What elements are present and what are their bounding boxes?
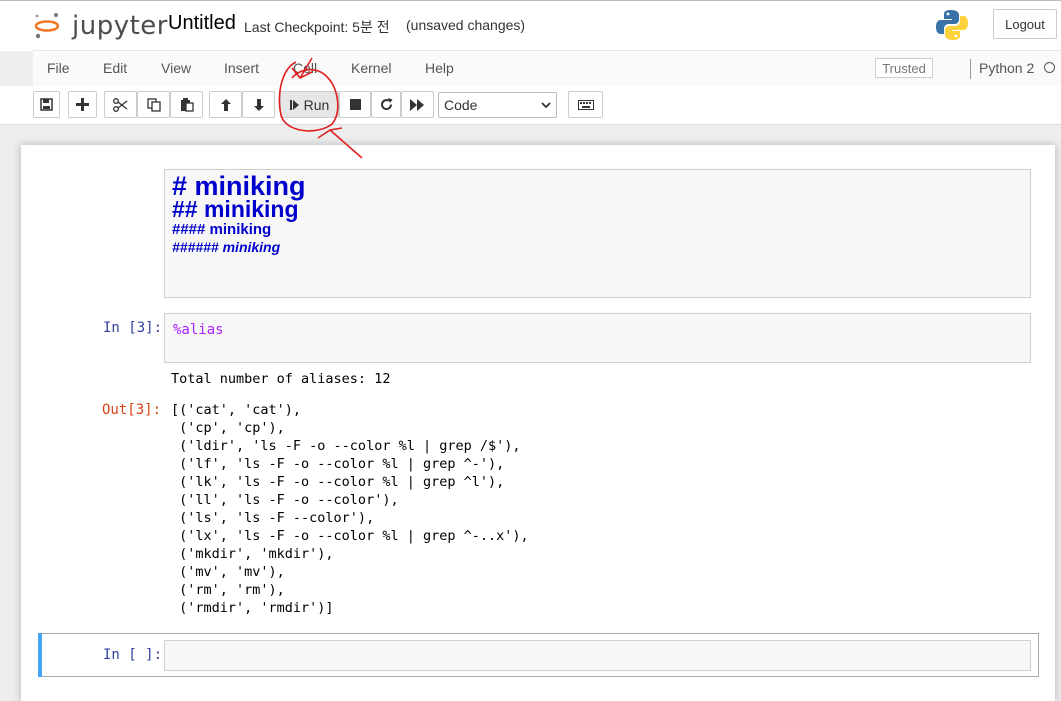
code-source: %alias bbox=[173, 322, 224, 338]
insert-cell-button[interactable] bbox=[68, 91, 97, 118]
menubar: File Edit View Insert Cell Kernel Help T… bbox=[33, 50, 1061, 88]
run-button[interactable]: Run bbox=[280, 91, 339, 118]
output-line: ('mv', 'mv'), bbox=[171, 564, 285, 580]
paste-icon bbox=[180, 97, 194, 112]
empty-code-input[interactable] bbox=[164, 640, 1031, 671]
cut-icon bbox=[113, 97, 128, 112]
kernel-idle-indicator-icon bbox=[1044, 62, 1055, 73]
python-logo-icon bbox=[936, 10, 968, 40]
fast-forward-icon bbox=[410, 98, 424, 111]
output-line: ('mkdir', 'mkdir'), bbox=[171, 546, 334, 562]
notebook-title[interactable]: Untitled bbox=[168, 12, 236, 35]
logo-text: jupyter bbox=[72, 11, 168, 41]
kernel-separator bbox=[970, 59, 971, 79]
markdown-cell[interactable]: # miniking ## miniking #### miniking ###… bbox=[164, 169, 1031, 298]
markdown-line-h2: ## miniking bbox=[172, 196, 299, 222]
input-prompt: In [3]: bbox=[103, 320, 163, 336]
markdown-line-h4: #### miniking bbox=[172, 221, 272, 238]
trusted-badge[interactable]: Trusted bbox=[875, 58, 933, 78]
output-line: ('ll', 'ls -F -o --color'), bbox=[171, 492, 399, 508]
cut-button[interactable] bbox=[104, 91, 137, 118]
menu-kernel[interactable]: Kernel bbox=[351, 60, 391, 76]
jupyter-logo-icon bbox=[34, 13, 60, 39]
menu-edit[interactable]: Edit bbox=[103, 60, 127, 76]
plus-icon bbox=[76, 98, 89, 111]
stdout-text: Total number of aliases: 12 bbox=[171, 371, 391, 387]
interrupt-button[interactable] bbox=[339, 91, 371, 118]
checkpoint-status: Last Checkpoint: 5분 전 bbox=[244, 19, 390, 35]
output-line: ('lk', 'ls -F -o --color %l | grep ^l'), bbox=[171, 474, 505, 490]
arrow-up-icon bbox=[220, 98, 231, 111]
cell-type-value: Code bbox=[444, 97, 478, 113]
copy-icon bbox=[146, 97, 161, 112]
arrow-down-icon bbox=[253, 98, 264, 111]
output-line: ('rm', 'rm'), bbox=[171, 582, 285, 598]
restart-run-all-button[interactable] bbox=[401, 91, 434, 118]
save-icon bbox=[40, 98, 53, 111]
output-line: ('lf', 'ls -F -o --color %l | grep ^-'), bbox=[171, 456, 505, 472]
keyboard-icon bbox=[577, 99, 594, 110]
restart-kernel-button[interactable] bbox=[371, 91, 401, 118]
output-prompt: Out[3]: bbox=[102, 402, 162, 418]
menu-insert[interactable]: Insert bbox=[224, 60, 259, 76]
save-button[interactable] bbox=[33, 91, 60, 118]
menu-cell[interactable]: Cell bbox=[293, 60, 317, 76]
selected-cell-indicator bbox=[38, 633, 42, 677]
menu-file[interactable]: File bbox=[47, 60, 70, 76]
output-line: ('cp', 'cp'), bbox=[171, 420, 285, 436]
header: jupyter Untitled Last Checkpoint: 5분 전 (… bbox=[0, 0, 1061, 51]
toolbar: Run Code bbox=[0, 86, 1061, 125]
stop-icon bbox=[349, 99, 361, 110]
output-line: ('ls', 'ls -F --color'), bbox=[171, 510, 375, 526]
cell-type-select[interactable]: Code bbox=[438, 92, 557, 118]
command-palette-button[interactable] bbox=[568, 91, 603, 118]
logout-button[interactable]: Logout bbox=[993, 9, 1057, 39]
jupyter-logo[interactable]: jupyter bbox=[34, 10, 168, 42]
move-up-button[interactable] bbox=[209, 91, 242, 118]
menu-help[interactable]: Help bbox=[425, 60, 454, 76]
run-button-label: Run bbox=[303, 96, 330, 113]
unsaved-status: (unsaved changes) bbox=[406, 17, 526, 33]
step-forward-icon bbox=[289, 99, 299, 110]
output-line: ('ldir', 'ls -F -o --color %l | grep /$'… bbox=[171, 438, 521, 454]
move-down-button[interactable] bbox=[242, 91, 275, 118]
output-line: ('lx', 'ls -F -o --color %l | grep ^-..x… bbox=[171, 528, 529, 544]
output-line: [('cat', 'cat'), bbox=[171, 402, 302, 418]
restart-icon bbox=[380, 98, 392, 111]
empty-input-prompt: In [ ]: bbox=[103, 647, 163, 663]
markdown-line-h6: ###### miniking bbox=[172, 239, 281, 255]
kernel-name: Python 2 bbox=[979, 60, 1035, 76]
output-line: ('rmdir', 'rmdir')] bbox=[171, 600, 334, 616]
menu-view[interactable]: View bbox=[161, 60, 191, 76]
paste-button[interactable] bbox=[170, 91, 203, 118]
copy-button[interactable] bbox=[137, 91, 170, 118]
code-cell-input[interactable]: %alias bbox=[164, 313, 1031, 363]
chevron-down-icon bbox=[541, 101, 551, 108]
